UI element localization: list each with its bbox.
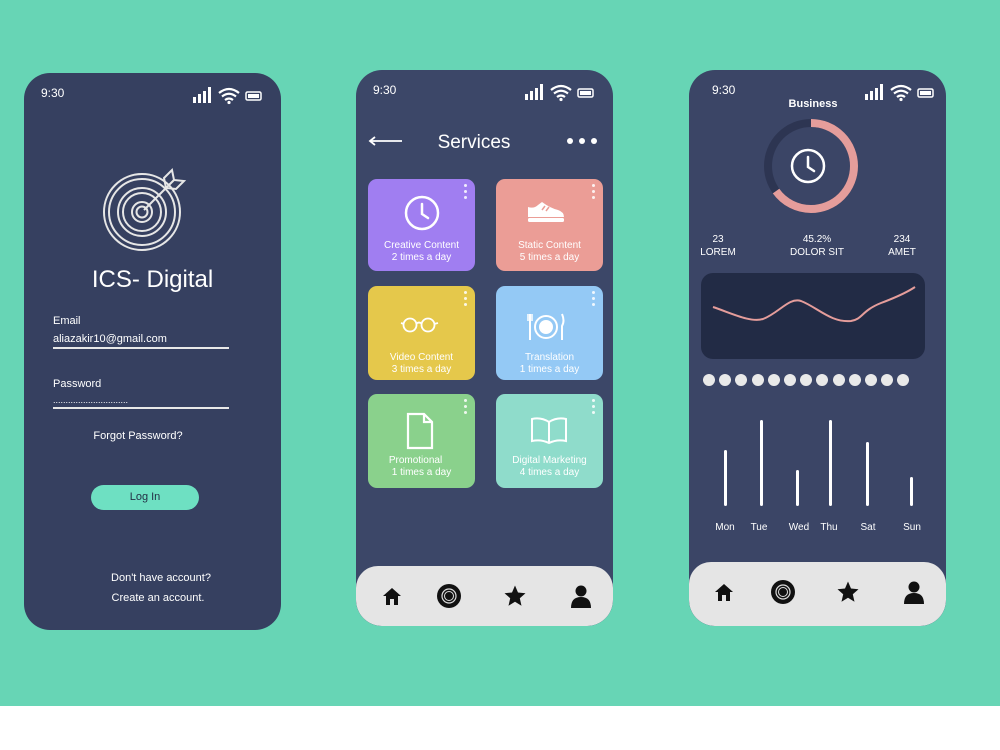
password-field[interactable]: .............................. [53,395,229,409]
dot[interactable] [767,374,780,386]
day-label: Tue [750,522,768,533]
tile-frequency: 2 times a day [391,252,452,263]
day-bar [760,420,763,506]
more-options-icon[interactable] [566,136,598,146]
day-bar [829,420,832,506]
trend-line-card [701,273,925,359]
status-time: 9:30 [712,83,736,97]
target-icon[interactable] [437,584,461,608]
star-icon[interactable] [836,580,860,604]
shoe-icon [528,202,564,222]
document-icon [406,412,434,450]
dot[interactable] [783,374,796,386]
tile-menu-icon[interactable] [592,184,595,202]
day-label: Thu [820,522,838,533]
dot[interactable] [719,374,732,386]
service-tile-translation[interactable]: Translation 1 times a day [496,286,603,380]
business-title: Business [788,98,838,110]
stat-dolor-sit: 45.2% DOLOR SIT [782,233,852,259]
dot[interactable] [816,374,829,386]
day-label: Sun [903,522,921,533]
tile-name: Promotional [388,455,443,466]
stat-label: AMET [888,247,916,258]
glasses-icon [400,317,439,333]
stat-value: 45.2% [802,234,832,245]
clock-icon [404,195,440,231]
stat-value: 23 [712,234,724,245]
status-time: 9:30 [41,86,65,100]
tile-menu-icon[interactable] [464,184,467,202]
user-icon[interactable] [569,584,593,608]
login-screen: 9:30 ICS- Digital Email aliazakir10@gmai… [24,73,281,630]
business-screen: 9:30 Business 23 LOREM 45.2% DOLOR SIT 234… [689,70,946,626]
back-arrow-icon[interactable] [368,134,404,148]
tile-menu-icon[interactable] [464,291,467,309]
service-tile-creative-content[interactable]: Creative Content 2 times a day [368,179,475,271]
day-bar [910,477,913,506]
home-icon[interactable] [712,580,736,604]
service-tile-digital-marketing[interactable]: Digital Marketing 4 times a day [496,394,603,488]
service-tile-promotional[interactable]: Promotional 1 times a day [368,394,475,488]
dot[interactable] [897,374,910,386]
email-label: Email [53,315,81,327]
stat-amet: 234 AMET [867,233,937,259]
tile-frequency: 4 times a day [519,467,580,478]
user-icon[interactable] [902,580,926,604]
tile-menu-icon[interactable] [464,399,467,417]
tile-name: Video Content [389,352,454,363]
forgot-password-link[interactable]: Forgot Password? [24,430,252,442]
email-field[interactable]: aliazakir10@gmail.com [53,333,229,349]
dot[interactable] [735,374,748,386]
plate-cutlery-icon [527,313,565,340]
trend-line [712,286,916,323]
stat-label: LOREM [700,247,736,258]
book-icon [531,417,567,445]
stat-lorem: 23 LOREM [689,233,753,259]
dot[interactable] [864,374,877,386]
dot[interactable] [703,374,715,386]
target-logo-icon [103,167,187,251]
services-title: Services [437,132,511,153]
dot[interactable] [881,374,894,386]
stat-value: 234 [893,234,911,245]
login-button[interactable]: Log In [91,485,199,510]
status-icons [525,84,594,102]
tile-name: Creative Content [383,240,460,251]
bottom-tab-bar [356,566,613,626]
status-time: 9:30 [373,83,397,97]
status-icons [193,87,262,105]
target-icon[interactable] [771,580,795,604]
dot[interactable] [800,374,813,386]
star-icon[interactable] [503,584,527,608]
tile-frequency: 5 times a day [519,252,580,263]
tile-frequency: 1 times a day [519,364,580,375]
clock-icon [790,148,826,184]
tile-name: Static Content [518,240,581,251]
dot[interactable] [832,374,845,386]
status-icons [865,84,934,102]
home-icon[interactable] [380,584,404,608]
day-bar [796,470,799,506]
create-account-link[interactable]: Create an account. [83,592,233,604]
service-tile-static-content[interactable]: Static Content 5 times a day [496,179,603,271]
app-title: ICS- Digital [91,266,214,293]
dot[interactable] [751,374,764,386]
service-tile-video-content[interactable]: Video Content 3 times a day [368,286,475,380]
day-bar [724,450,727,506]
tile-name: Translation [524,352,575,363]
day-label: Sat [860,522,876,533]
day-bar [866,442,869,506]
tile-frequency: 1 times a day [391,467,452,478]
password-label: Password [53,378,102,390]
tile-menu-icon[interactable] [592,399,595,417]
dot[interactable] [848,374,861,386]
no-account-text: Don't have account? [111,572,211,584]
page-dots [703,373,913,391]
tile-menu-icon[interactable] [592,291,595,309]
stat-label: DOLOR SIT [790,247,844,258]
tile-name: Digital Marketing [512,455,587,466]
bottom-tab-bar [689,562,946,626]
services-screen: 9:30 Services Creative Content 2 times a… [356,70,613,626]
tile-frequency: 3 times a day [391,364,452,375]
